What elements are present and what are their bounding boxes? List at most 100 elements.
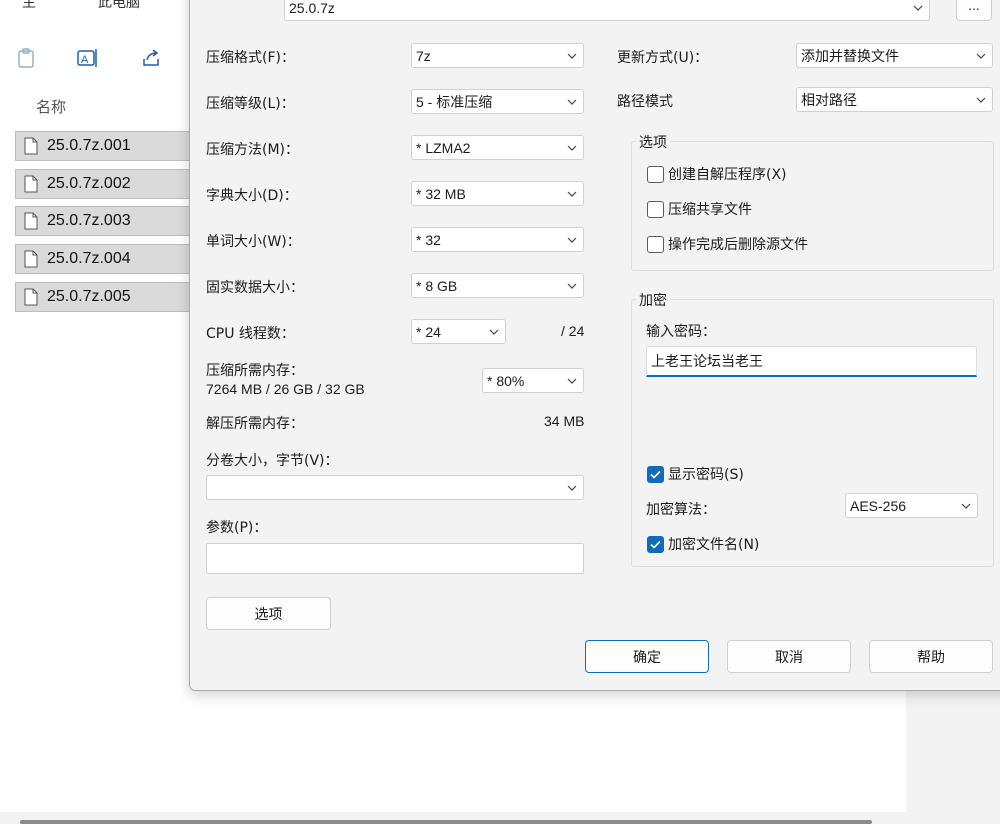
explorer-top-stub-right: 此电脑 xyxy=(98,0,140,11)
show-password-label: 显示密码(S) xyxy=(668,467,744,483)
encryption-method-select[interactable]: AES-256 xyxy=(845,493,978,518)
level-label: 压缩等级(L)： xyxy=(206,96,295,112)
file-icon xyxy=(24,175,38,193)
chevron-down-icon xyxy=(970,88,992,111)
password-input[interactable]: 上老王论坛当老王 xyxy=(646,346,977,377)
options-group-title: 选项 xyxy=(636,132,670,152)
parameters-label: 参数(P)： xyxy=(206,520,268,536)
word-size-value: * 32 xyxy=(416,231,441,248)
file-icon xyxy=(24,288,38,306)
word-size-select[interactable]: * 32 xyxy=(411,227,584,252)
encryption-group-title: 加密 xyxy=(636,290,670,310)
solid-block-value: * 8 GB xyxy=(416,277,458,294)
decompress-memory-value: 34 MB xyxy=(544,413,585,429)
delete-after-label: 操作完成后删除源文件 xyxy=(668,237,808,253)
method-select[interactable]: * LZMA2 xyxy=(411,135,584,160)
file-row[interactable]: 25.0.7z.001 xyxy=(15,131,195,161)
decompress-memory-label: 解压所需内存： xyxy=(206,416,304,432)
threads-select[interactable]: * 24 xyxy=(411,319,506,344)
chevron-down-icon xyxy=(561,369,583,392)
compress-shared-checkbox[interactable]: 压缩共享文件 xyxy=(647,199,752,219)
threads-label: CPU 线程数： xyxy=(206,326,295,342)
format-value: 7z xyxy=(416,47,431,64)
encrypt-filenames-label: 加密文件名(N) xyxy=(668,537,760,553)
level-select[interactable]: 5 - 标准压缩 xyxy=(411,89,584,114)
archive-name-combo[interactable]: 25.0.7z xyxy=(284,0,930,21)
dictionary-select[interactable]: * 32 MB xyxy=(411,181,584,206)
method-label: 压缩方法(M)： xyxy=(206,142,300,158)
file-icon xyxy=(24,137,38,155)
dictionary-value: * 32 MB xyxy=(416,185,466,202)
update-mode-label: 更新方式(U)： xyxy=(617,50,709,66)
browse-button[interactable]: ... xyxy=(956,0,992,21)
cancel-button[interactable]: 取消 xyxy=(727,640,851,673)
delete-after-checkbox[interactable]: 操作完成后删除源文件 xyxy=(647,234,808,254)
chevron-down-icon xyxy=(561,274,583,297)
update-mode-select[interactable]: 添加并替换文件 xyxy=(796,43,993,68)
memory-label: 压缩所需内存： xyxy=(206,363,304,379)
explorer-details-pane xyxy=(906,690,1000,824)
solid-block-select[interactable]: * 8 GB xyxy=(411,273,584,298)
horizontal-scrollbar[interactable] xyxy=(20,820,872,824)
threads-value: * 24 xyxy=(416,323,441,340)
memory-value: 7264 MB / 26 GB / 32 GB xyxy=(206,381,365,397)
file-name: 25.0.7z.005 xyxy=(47,288,131,305)
chevron-down-icon xyxy=(561,182,583,205)
volume-size-label: 分卷大小，字节(V)： xyxy=(206,453,339,469)
archive-name-value: 25.0.7z xyxy=(289,0,335,16)
checkbox-box[interactable] xyxy=(647,165,664,183)
paste-icon[interactable] xyxy=(12,44,40,72)
column-header-name[interactable]: 名称 xyxy=(36,96,66,117)
memory-percent-select[interactable]: * 80% xyxy=(482,368,584,393)
file-icon xyxy=(24,250,38,268)
checkbox-box[interactable] xyxy=(647,200,664,218)
file-name: 25.0.7z.004 xyxy=(47,250,131,267)
checkbox-box[interactable] xyxy=(647,235,664,253)
ok-button[interactable]: 确定 xyxy=(585,640,709,673)
explorer-top-stub-left: 主 xyxy=(22,0,36,11)
checkbox-checked[interactable] xyxy=(647,465,664,483)
compress-shared-label: 压缩共享文件 xyxy=(668,202,752,218)
volume-size-combo[interactable] xyxy=(206,475,584,500)
encryption-method-label: 加密算法： xyxy=(646,502,716,518)
encrypt-filenames-checkbox[interactable]: 加密文件名(N) xyxy=(647,534,759,554)
chevron-down-icon xyxy=(561,228,583,251)
file-row[interactable]: 25.0.7z.003 xyxy=(15,206,195,236)
help-button[interactable]: 帮助 xyxy=(869,640,993,673)
options-button[interactable]: 选项 xyxy=(206,597,331,630)
rename-icon[interactable]: A xyxy=(74,44,102,72)
show-password-checkbox[interactable]: 显示密码(S) xyxy=(647,464,744,484)
chevron-down-icon xyxy=(561,44,583,67)
password-label: 输入密码： xyxy=(646,324,716,340)
file-row[interactable]: 25.0.7z.005 xyxy=(15,282,195,312)
file-row[interactable]: 25.0.7z.002 xyxy=(15,169,195,199)
add-to-archive-dialog: 25.0.7z ... 压缩格式(F)： 7z 压缩等级(L)： 5 - 标准压… xyxy=(189,0,1000,691)
threads-total: / 24 xyxy=(561,323,585,339)
file-name: 25.0.7z.001 xyxy=(47,137,131,154)
parameters-input[interactable] xyxy=(206,543,584,574)
dictionary-label: 字典大小(D)： xyxy=(206,188,298,204)
checkbox-checked[interactable] xyxy=(647,535,664,553)
format-select[interactable]: 7z xyxy=(411,43,584,68)
update-mode-value: 添加并替换文件 xyxy=(801,47,899,64)
path-mode-select[interactable]: 相对路径 xyxy=(796,87,993,112)
svg-text:A: A xyxy=(81,54,89,66)
share-icon[interactable] xyxy=(137,44,165,72)
chevron-down-icon xyxy=(561,90,583,113)
path-mode-label: 路径模式 xyxy=(617,94,673,110)
format-label: 压缩格式(F)： xyxy=(206,50,295,66)
chevron-down-icon xyxy=(970,44,992,67)
create-sfx-checkbox[interactable]: 创建自解压程序(X) xyxy=(647,164,787,184)
word-size-label: 单词大小(W)： xyxy=(206,234,301,250)
memory-percent-value: * 80% xyxy=(487,372,525,389)
chevron-down-icon xyxy=(561,136,583,159)
file-name: 25.0.7z.002 xyxy=(47,175,131,192)
file-name: 25.0.7z.003 xyxy=(47,212,131,229)
chevron-down-icon xyxy=(561,476,583,499)
chevron-down-icon xyxy=(955,494,977,517)
file-row[interactable]: 25.0.7z.004 xyxy=(15,244,195,274)
chevron-down-icon[interactable] xyxy=(907,0,929,20)
method-value: * LZMA2 xyxy=(416,139,471,156)
create-sfx-label: 创建自解压程序(X) xyxy=(668,167,787,183)
chevron-down-icon xyxy=(483,320,505,343)
